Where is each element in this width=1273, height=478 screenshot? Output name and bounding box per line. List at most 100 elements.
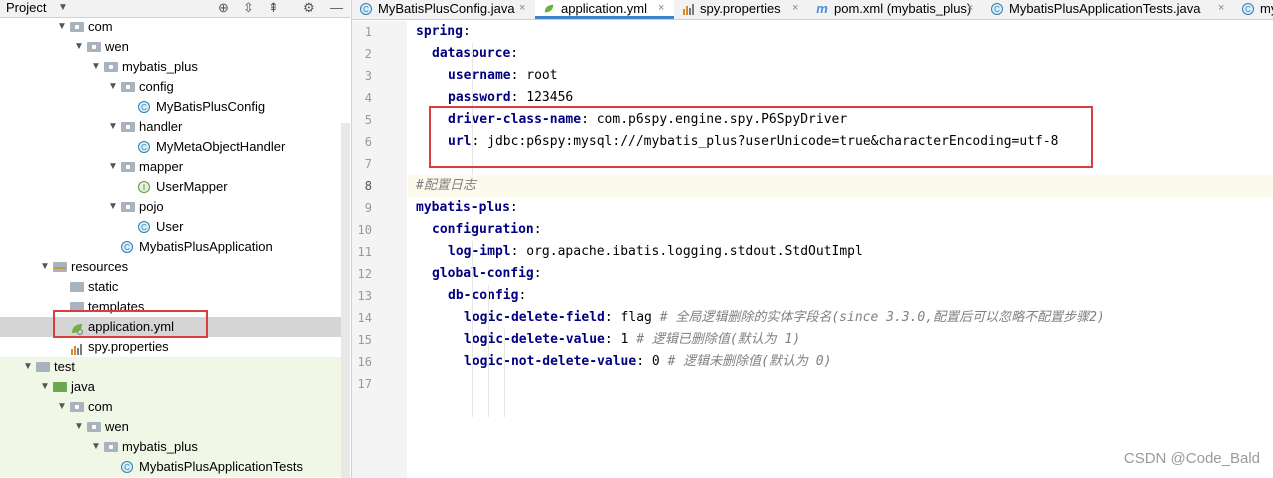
editor-tab[interactable]: C MybatisPlusApplicationTests.java × xyxy=(983,0,1234,19)
class-icon: C xyxy=(138,141,150,153)
package-icon xyxy=(104,62,118,72)
yaml-value: 123456 xyxy=(518,90,574,105)
close-icon[interactable]: × xyxy=(658,0,664,17)
editor-tab[interactable]: m pom.xml (mybatis_plus) × xyxy=(808,0,983,19)
close-icon[interactable]: × xyxy=(967,0,973,17)
chevron-down-icon[interactable]: ▼ xyxy=(107,77,119,97)
close-icon[interactable]: × xyxy=(519,0,525,17)
tree-item-label: UserMapper xyxy=(156,179,228,194)
project-panel-header: Project ▼ ⊕ ⇳ ⇞ ⚙ — xyxy=(0,0,350,18)
tree-item[interactable]: ▼ mybatis_plus xyxy=(0,57,350,77)
tree-item[interactable]: ▼ config xyxy=(0,77,350,97)
code-line[interactable]: mybatis-plus: xyxy=(408,197,1273,219)
tree-item[interactable]: ▼ com xyxy=(0,17,350,37)
expand-all-icon[interactable]: ⇳ xyxy=(243,0,254,16)
tree-item[interactable]: ▼ java xyxy=(0,377,350,397)
tree-item[interactable]: spy.properties xyxy=(0,337,350,357)
tree-item-label: mapper xyxy=(139,159,184,174)
class-icon: C xyxy=(1242,3,1254,15)
yaml-icon xyxy=(543,3,555,15)
editor-tab-label: MyBatisPlusConfig.java xyxy=(378,1,515,16)
folder-icon xyxy=(36,362,50,372)
tree-item[interactable]: C User xyxy=(0,217,350,237)
collapse-all-icon[interactable]: ⇞ xyxy=(268,0,279,16)
tree-item-label: test xyxy=(54,359,75,374)
yaml-key: password xyxy=(448,90,511,105)
code-line[interactable]: logic-delete-value: 1 # 逻辑已删除值(默认为 1) xyxy=(408,329,1273,351)
class-icon: C xyxy=(991,3,1003,15)
editor-tab[interactable]: spy.properties × xyxy=(674,0,808,19)
chevron-down-icon[interactable]: ▼ xyxy=(58,0,68,16)
tree-item[interactable]: ▼ pojo xyxy=(0,197,350,217)
yaml-key: configuration xyxy=(432,222,534,237)
yaml-key: mybatis-plus xyxy=(416,200,510,215)
tree-item[interactable]: ▼ test xyxy=(0,357,350,377)
editor-tab-bar: C MyBatisPlusConfig.java × application.yml ×… xyxy=(352,0,1273,20)
locate-icon[interactable]: ⊕ xyxy=(218,0,229,16)
code-line[interactable] xyxy=(408,373,1273,395)
tree-item-label: spy.properties xyxy=(88,339,169,354)
chevron-down-icon[interactable]: ▼ xyxy=(107,157,119,177)
tree-item-label: com xyxy=(88,399,113,414)
line-number: 2 xyxy=(364,47,372,61)
tree-item-label: com xyxy=(88,19,113,34)
tree-item[interactable]: ▼ mapper xyxy=(0,157,350,177)
chevron-down-icon[interactable]: ▼ xyxy=(22,357,34,377)
code-line[interactable]: logic-delete-field: flag # 全局逻辑删除的实体字段名(… xyxy=(408,307,1273,329)
chevron-down-icon[interactable]: ▼ xyxy=(73,37,85,57)
tree-item[interactable]: ▼ com xyxy=(0,397,350,417)
resources-folder-icon xyxy=(53,262,67,272)
code-line[interactable]: db-config: xyxy=(408,285,1273,307)
chevron-down-icon[interactable]: ▼ xyxy=(56,397,68,417)
code-line[interactable]: spring: xyxy=(408,21,1273,43)
tree-item[interactable]: ▼ handler xyxy=(0,117,350,137)
close-icon[interactable]: × xyxy=(792,0,798,17)
tree-item[interactable]: C MybatisPlusApplication xyxy=(0,237,350,257)
line-number: 11 xyxy=(357,245,372,259)
tree-item[interactable]: static xyxy=(0,277,350,297)
tree-item[interactable]: C MyBatisPlusConfig xyxy=(0,97,350,117)
yaml-comment: # 全局逻辑删除的实体字段名(since 3.3.0,配置后可以忽略不配置步骤2… xyxy=(659,310,1105,325)
chevron-down-icon[interactable]: ▼ xyxy=(90,57,102,77)
project-panel-title[interactable]: Project xyxy=(6,0,46,16)
chevron-down-icon[interactable]: ▼ xyxy=(73,417,85,437)
tree-item[interactable]: ▼ mybatis_plus xyxy=(0,437,350,457)
line-number: 5 xyxy=(364,113,372,127)
chevron-down-icon[interactable]: ▼ xyxy=(39,377,51,397)
tree-item[interactable]: C MybatisPlusApplicationTests xyxy=(0,457,350,477)
code-line[interactable]: datasource: xyxy=(408,43,1273,65)
code-line[interactable]: log-impl: org.apache.ibatis.logging.stdo… xyxy=(408,241,1273,263)
editor-tab[interactable]: C MyBatisPlusConfig.java × xyxy=(352,0,535,19)
close-icon[interactable]: × xyxy=(1218,0,1224,17)
highlight-box-datasource xyxy=(429,106,1093,168)
line-number: 4 xyxy=(364,91,372,105)
code-line[interactable]: configuration: xyxy=(408,219,1273,241)
chevron-down-icon[interactable]: ▼ xyxy=(39,257,51,277)
tree-item[interactable]: I UserMapper xyxy=(0,177,350,197)
tree-item[interactable]: ▼ wen xyxy=(0,417,350,437)
tree-item[interactable]: ▼ wen xyxy=(0,37,350,57)
project-panel: Project ▼ ⊕ ⇳ ⇞ ⚙ — ▼ com ▼ wen ▼ mybatis_plu… xyxy=(0,0,350,478)
watermark: CSDN @Code_Bald xyxy=(1123,450,1260,467)
yaml-comment: #配置日志 xyxy=(416,178,476,193)
chevron-down-icon[interactable]: ▼ xyxy=(107,197,119,217)
editor-tab[interactable]: Cmy xyxy=(1234,0,1273,19)
code-line[interactable]: global-config: xyxy=(408,263,1273,285)
chevron-down-icon[interactable]: ▼ xyxy=(56,17,68,37)
tree-item[interactable]: ▼ resources xyxy=(0,257,350,277)
scrollbar[interactable] xyxy=(341,123,350,478)
package-icon xyxy=(70,22,84,32)
hide-icon[interactable]: — xyxy=(330,0,343,16)
code-line[interactable]: #配置日志 xyxy=(408,175,1273,197)
tree-item[interactable]: C MyMetaObjectHandler xyxy=(0,137,350,157)
chevron-down-icon[interactable]: ▼ xyxy=(107,117,119,137)
tree-item-label: MyMetaObjectHandler xyxy=(156,139,286,154)
yaml-value: 0 xyxy=(644,354,668,369)
editor-tab[interactable]: application.yml × xyxy=(535,0,674,19)
code-line[interactable]: logic-not-delete-value: 0 # 逻辑未删除值(默认为 0… xyxy=(408,351,1273,373)
chevron-down-icon[interactable]: ▼ xyxy=(90,437,102,457)
code-line[interactable]: username: root xyxy=(408,65,1273,87)
test-source-folder-icon xyxy=(53,382,67,392)
gear-icon[interactable]: ⚙ xyxy=(303,0,315,16)
maven-icon: m xyxy=(816,1,828,16)
